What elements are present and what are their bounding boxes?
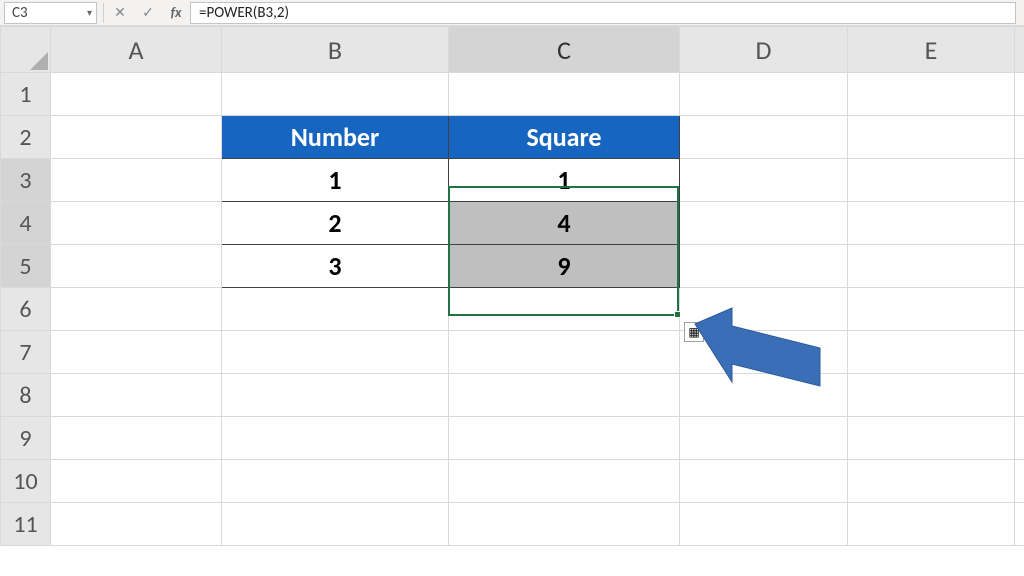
cell-A7[interactable] [51, 331, 222, 374]
name-box[interactable]: C3 ▾ [4, 2, 97, 24]
cell-edge-11[interactable] [1015, 503, 1024, 546]
cell-A8[interactable] [51, 374, 222, 417]
cell-D1[interactable] [680, 73, 848, 116]
cell-edge-5[interactable] [1015, 245, 1024, 288]
row-header-2[interactable]: 2 [1, 116, 51, 159]
col-header-E[interactable]: E [848, 27, 1015, 73]
cell-B6[interactable] [222, 288, 449, 331]
cell-edge-6[interactable] [1015, 288, 1024, 331]
cell-D10[interactable] [680, 460, 848, 503]
fx-icon[interactable]: fx [162, 2, 190, 24]
cell-A11[interactable] [51, 503, 222, 546]
cell-D3[interactable] [680, 159, 848, 202]
cell-D2[interactable] [680, 116, 848, 159]
name-box-value: C3 [12, 4, 28, 22]
cancel-icon[interactable]: ✕ [106, 2, 134, 24]
formula-bar: C3 ▾ ✕ ✓ fx =POWER(B3,2) [0, 0, 1024, 26]
cell-E9[interactable] [848, 417, 1015, 460]
cell-edge-7[interactable] [1015, 331, 1024, 374]
row-header-1[interactable]: 1 [1, 73, 51, 116]
cell-C8[interactable] [449, 374, 680, 417]
separator [103, 3, 104, 23]
cell-edge-8[interactable] [1015, 374, 1024, 417]
row-header-6[interactable]: 6 [1, 288, 51, 331]
col-header-D[interactable]: D [680, 27, 848, 73]
row-header-4[interactable]: 4 [1, 202, 51, 245]
cell-B7[interactable] [222, 331, 449, 374]
row-header-7[interactable]: 7 [1, 331, 51, 374]
cell-E6[interactable] [848, 288, 1015, 331]
row-header-5[interactable]: 5 [1, 245, 51, 288]
cell-E7[interactable] [848, 331, 1015, 374]
cell-C7[interactable] [449, 331, 680, 374]
cell-B5[interactable]: 3 [222, 245, 449, 288]
enter-icon[interactable]: ✓ [134, 2, 162, 24]
pointer-arrow-icon [680, 306, 840, 396]
cell-C11[interactable] [449, 503, 680, 546]
cell-edge-4[interactable] [1015, 202, 1024, 245]
row-header-3[interactable]: 3 [1, 159, 51, 202]
cell-C10[interactable] [449, 460, 680, 503]
formula-input[interactable]: =POWER(B3,2) [190, 2, 1016, 24]
cell-C9[interactable] [449, 417, 680, 460]
cell-A9[interactable] [51, 417, 222, 460]
row-header-11[interactable]: 11 [1, 503, 51, 546]
cell-E11[interactable] [848, 503, 1015, 546]
cell-D11[interactable] [680, 503, 848, 546]
cell-edge-10[interactable] [1015, 460, 1024, 503]
cell-C5[interactable]: 9 [449, 245, 680, 288]
cell-edge-1[interactable] [1015, 73, 1024, 116]
cell-C1[interactable] [449, 73, 680, 116]
cell-D9[interactable] [680, 417, 848, 460]
cell-C6[interactable] [449, 288, 680, 331]
cell-B11[interactable] [222, 503, 449, 546]
col-header-C[interactable]: C [449, 27, 680, 73]
cell-E5[interactable] [848, 245, 1015, 288]
cell-B8[interactable] [222, 374, 449, 417]
cell-C2[interactable]: Square [449, 116, 680, 159]
cell-A2[interactable] [51, 116, 222, 159]
sheet-grid[interactable]: A B C D E 1 2 Number Square [0, 26, 1024, 546]
cell-E1[interactable] [848, 73, 1015, 116]
select-all-triangle-icon [30, 52, 48, 70]
spreadsheet: A B C D E 1 2 Number Square [0, 26, 1024, 546]
cell-A4[interactable] [51, 202, 222, 245]
cell-E4[interactable] [848, 202, 1015, 245]
cell-D5[interactable] [680, 245, 848, 288]
cell-B1[interactable] [222, 73, 449, 116]
cell-B10[interactable] [222, 460, 449, 503]
cell-edge-9[interactable] [1015, 417, 1024, 460]
chevron-down-icon[interactable]: ▾ [87, 6, 92, 19]
cell-B2[interactable]: Number [222, 116, 449, 159]
cell-D4[interactable] [680, 202, 848, 245]
cell-E8[interactable] [848, 374, 1015, 417]
row-header-8[interactable]: 8 [1, 374, 51, 417]
cell-B4[interactable]: 2 [222, 202, 449, 245]
row-header-10[interactable]: 10 [1, 460, 51, 503]
cell-C3[interactable]: 1 [449, 159, 680, 202]
cell-edge-2[interactable] [1015, 116, 1024, 159]
cell-B9[interactable] [222, 417, 449, 460]
col-header-edge[interactable] [1015, 27, 1024, 73]
cell-E2[interactable] [848, 116, 1015, 159]
cell-E3[interactable] [848, 159, 1015, 202]
col-header-B[interactable]: B [222, 27, 449, 73]
col-header-A[interactable]: A [51, 27, 222, 73]
select-all-corner[interactable] [1, 27, 51, 73]
cell-B3[interactable]: 1 [222, 159, 449, 202]
cell-A1[interactable] [51, 73, 222, 116]
formula-text: =POWER(B3,2) [199, 4, 289, 22]
cell-A3[interactable] [51, 159, 222, 202]
cell-edge-3[interactable] [1015, 159, 1024, 202]
cell-E10[interactable] [848, 460, 1015, 503]
cell-A10[interactable] [51, 460, 222, 503]
row-header-9[interactable]: 9 [1, 417, 51, 460]
cell-C4[interactable]: 4 [449, 202, 680, 245]
cell-A5[interactable] [51, 245, 222, 288]
cell-A6[interactable] [51, 288, 222, 331]
